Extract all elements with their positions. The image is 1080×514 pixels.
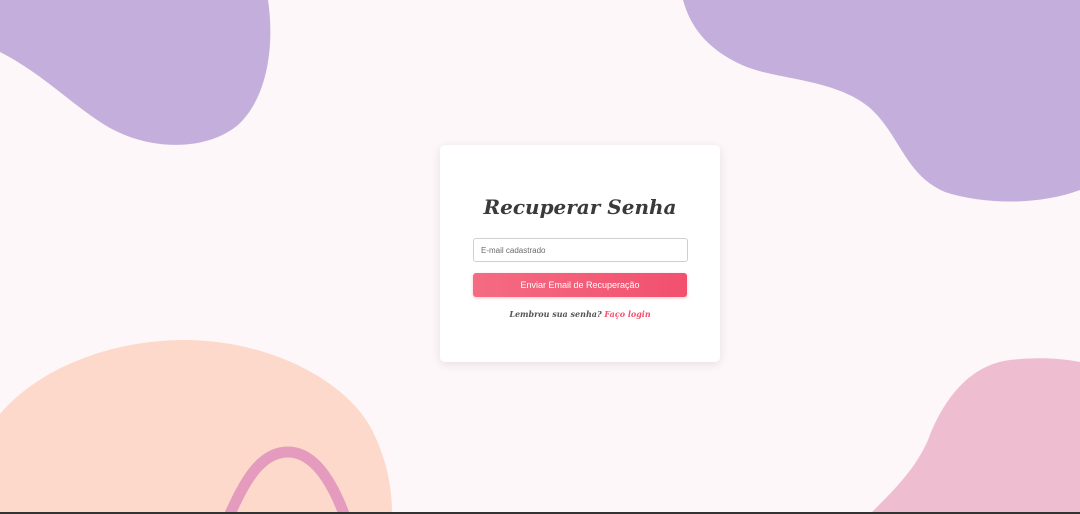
remember-password-text: Lembrou sua senha? [509, 309, 602, 319]
recover-password-page: Recuperar Senha Enviar Email de Recupera… [0, 0, 1080, 514]
login-link[interactable]: Faço login [604, 309, 650, 319]
top-right-purple-blob [683, 0, 1080, 202]
recover-password-card: Recuperar Senha Enviar Email de Recupera… [440, 145, 720, 362]
page-title: Recuperar Senha [483, 195, 677, 219]
send-recovery-email-button[interactable]: Enviar Email de Recuperação [473, 273, 687, 297]
email-field[interactable] [473, 238, 688, 262]
login-prompt: Lembrou sua senha? Faço login [440, 309, 720, 319]
top-left-purple-blob [0, 0, 271, 145]
bottom-right-pink-blob [870, 358, 1080, 514]
